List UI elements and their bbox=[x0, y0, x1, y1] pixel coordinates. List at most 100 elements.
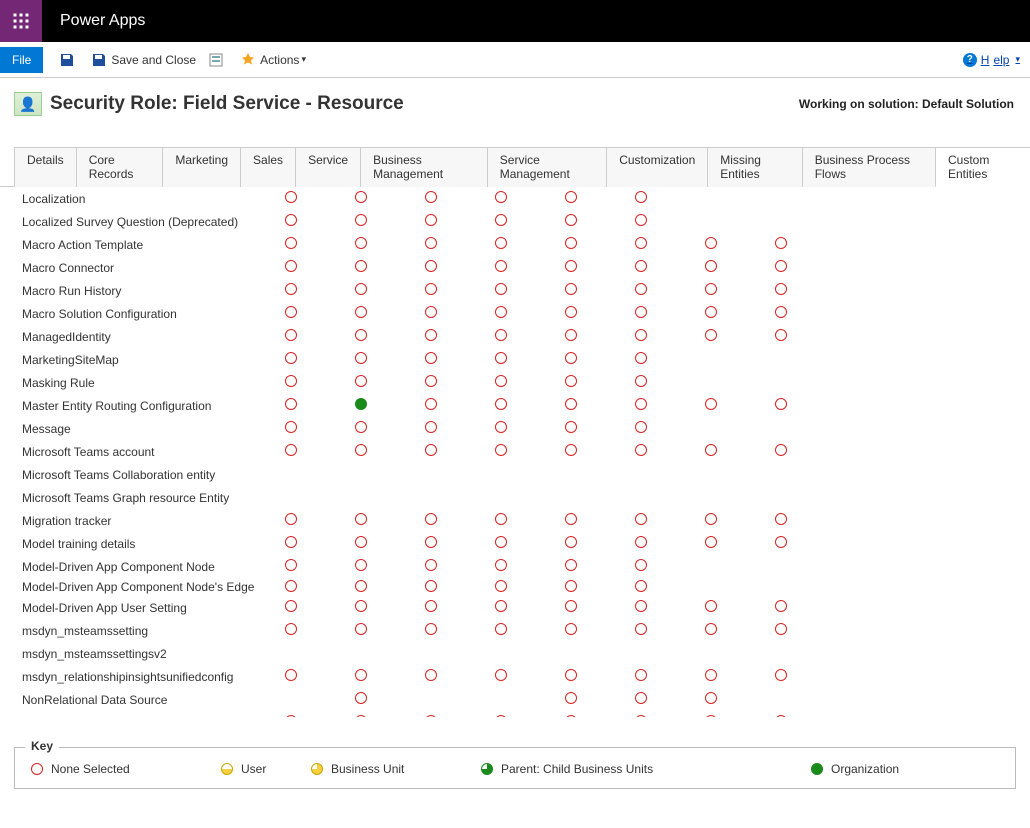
privilege-cell[interactable] bbox=[536, 513, 606, 528]
privilege-none-icon[interactable] bbox=[705, 513, 717, 525]
privilege-none-icon[interactable] bbox=[635, 306, 647, 318]
privilege-cell[interactable] bbox=[536, 237, 606, 252]
privilege-cell[interactable] bbox=[326, 329, 396, 344]
privilege-cell[interactable] bbox=[536, 191, 606, 206]
privilege-cell[interactable] bbox=[676, 260, 746, 275]
privilege-none-icon[interactable] bbox=[635, 580, 647, 592]
privilege-none-icon[interactable] bbox=[285, 214, 297, 226]
privilege-none-icon[interactable] bbox=[635, 375, 647, 387]
privilege-cell[interactable] bbox=[396, 600, 466, 615]
privilege-cell[interactable] bbox=[256, 600, 326, 615]
privilege-cell[interactable] bbox=[326, 237, 396, 252]
privilege-none-icon[interactable] bbox=[495, 352, 507, 364]
privilege-cell[interactable] bbox=[606, 375, 676, 390]
privilege-none-icon[interactable] bbox=[775, 329, 787, 341]
privilege-none-icon[interactable] bbox=[355, 375, 367, 387]
privilege-none-icon[interactable] bbox=[285, 536, 297, 548]
privilege-cell[interactable] bbox=[256, 375, 326, 390]
privilege-cell[interactable] bbox=[536, 260, 606, 275]
privilege-cell[interactable] bbox=[466, 214, 536, 229]
privilege-none-icon[interactable] bbox=[425, 237, 437, 249]
privilege-cell[interactable] bbox=[746, 260, 816, 275]
privilege-none-icon[interactable] bbox=[635, 329, 647, 341]
privilege-none-icon[interactable] bbox=[635, 669, 647, 681]
privilege-cell[interactable] bbox=[536, 536, 606, 551]
privilege-none-icon[interactable] bbox=[495, 669, 507, 681]
privilege-none-icon[interactable] bbox=[705, 237, 717, 249]
privilege-cell[interactable] bbox=[466, 580, 536, 595]
privilege-cell[interactable] bbox=[466, 444, 536, 459]
privilege-none-icon[interactable] bbox=[775, 398, 787, 410]
privilege-cell[interactable] bbox=[466, 421, 536, 436]
privilege-none-icon[interactable] bbox=[775, 623, 787, 635]
privilege-cell[interactable] bbox=[256, 191, 326, 206]
tab-missing-entities[interactable]: Missing Entities bbox=[707, 147, 802, 187]
privilege-cell[interactable] bbox=[256, 214, 326, 229]
privilege-none-icon[interactable] bbox=[495, 623, 507, 635]
privilege-none-icon[interactable] bbox=[355, 421, 367, 433]
privilege-cell[interactable] bbox=[536, 559, 606, 574]
privilege-none-icon[interactable] bbox=[565, 623, 577, 635]
privilege-cell[interactable] bbox=[676, 623, 746, 638]
privilege-none-icon[interactable] bbox=[495, 329, 507, 341]
privilege-org-icon[interactable] bbox=[355, 398, 367, 410]
privilege-cell[interactable] bbox=[466, 513, 536, 528]
privilege-none-icon[interactable] bbox=[565, 191, 577, 203]
privilege-none-icon[interactable] bbox=[285, 623, 297, 635]
privilege-cell[interactable] bbox=[676, 600, 746, 615]
privilege-cell[interactable] bbox=[396, 237, 466, 252]
file-menu-button[interactable]: File bbox=[0, 47, 43, 73]
tab-customization[interactable]: Customization bbox=[606, 147, 708, 187]
privilege-cell[interactable] bbox=[326, 191, 396, 206]
privilege-none-icon[interactable] bbox=[565, 398, 577, 410]
privilege-none-icon[interactable] bbox=[355, 692, 367, 704]
tab-business-management[interactable]: Business Management bbox=[360, 147, 488, 187]
privilege-cell[interactable] bbox=[396, 398, 466, 413]
privilege-cell[interactable] bbox=[396, 513, 466, 528]
privilege-cell[interactable] bbox=[396, 580, 466, 595]
tab-sales[interactable]: Sales bbox=[240, 147, 296, 187]
privilege-cell[interactable] bbox=[606, 306, 676, 321]
privilege-none-icon[interactable] bbox=[565, 444, 577, 456]
tab-core-records[interactable]: Core Records bbox=[76, 147, 164, 187]
privilege-cell[interactable] bbox=[536, 398, 606, 413]
privilege-cell[interactable] bbox=[396, 283, 466, 298]
privilege-none-icon[interactable] bbox=[775, 306, 787, 318]
privilege-none-icon[interactable] bbox=[635, 692, 647, 704]
privilege-none-icon[interactable] bbox=[495, 580, 507, 592]
privilege-none-icon[interactable] bbox=[705, 715, 717, 717]
privilege-cell[interactable] bbox=[466, 398, 536, 413]
privilege-none-icon[interactable] bbox=[355, 283, 367, 295]
privilege-none-icon[interactable] bbox=[705, 306, 717, 318]
privilege-none-icon[interactable] bbox=[635, 536, 647, 548]
privilege-none-icon[interactable] bbox=[565, 375, 577, 387]
privilege-cell[interactable] bbox=[606, 191, 676, 206]
privilege-none-icon[interactable] bbox=[495, 715, 507, 717]
privilege-none-icon[interactable] bbox=[425, 580, 437, 592]
privilege-none-icon[interactable] bbox=[285, 600, 297, 612]
privilege-cell[interactable] bbox=[676, 692, 746, 707]
tab-service-management[interactable]: Service Management bbox=[487, 147, 607, 187]
privilege-none-icon[interactable] bbox=[355, 536, 367, 548]
privilege-cell[interactable] bbox=[256, 513, 326, 528]
privilege-none-icon[interactable] bbox=[355, 306, 367, 318]
privilege-none-icon[interactable] bbox=[425, 214, 437, 226]
privilege-none-icon[interactable] bbox=[425, 260, 437, 272]
privilege-none-icon[interactable] bbox=[705, 623, 717, 635]
privilege-cell[interactable] bbox=[676, 513, 746, 528]
privilege-cell[interactable] bbox=[256, 444, 326, 459]
privilege-none-icon[interactable] bbox=[355, 669, 367, 681]
privilege-none-icon[interactable] bbox=[565, 260, 577, 272]
privilege-cell[interactable] bbox=[676, 306, 746, 321]
privilege-none-icon[interactable] bbox=[565, 715, 577, 717]
privilege-none-icon[interactable] bbox=[425, 536, 437, 548]
privilege-none-icon[interactable] bbox=[565, 536, 577, 548]
privilege-cell[interactable] bbox=[466, 283, 536, 298]
app-launcher-button[interactable] bbox=[0, 0, 42, 42]
privilege-cell[interactable] bbox=[746, 329, 816, 344]
privilege-none-icon[interactable] bbox=[495, 260, 507, 272]
save-and-close-button[interactable]: Save and Close bbox=[91, 52, 196, 68]
privilege-none-icon[interactable] bbox=[775, 444, 787, 456]
privilege-cell[interactable] bbox=[606, 559, 676, 574]
privilege-cell[interactable] bbox=[256, 237, 326, 252]
